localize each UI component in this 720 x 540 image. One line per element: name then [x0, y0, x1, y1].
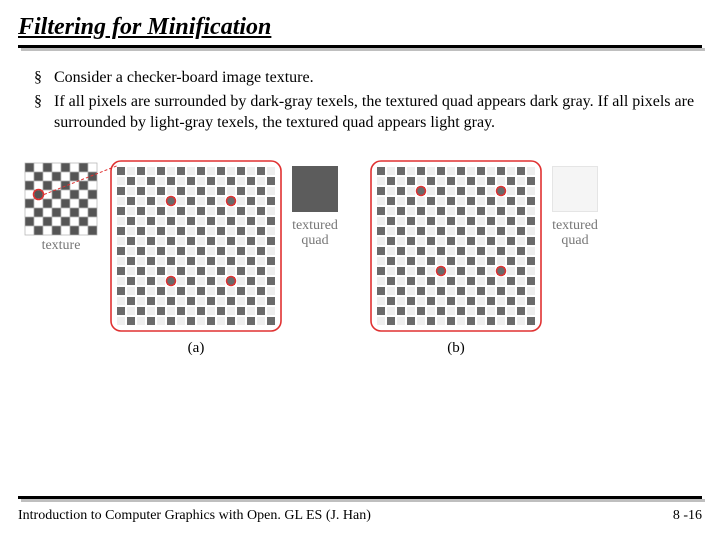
- footer-left: Introduction to Computer Graphics with O…: [18, 508, 371, 524]
- slide-title: Filtering for Minification: [18, 14, 702, 43]
- panel-a-grid: [110, 160, 282, 332]
- quad-label-b: textured quad: [552, 218, 598, 249]
- texture-panel: texture: [22, 160, 100, 253]
- caption-a: (a): [188, 340, 205, 357]
- quad-swatch-light: [552, 166, 598, 212]
- caption-b: (b): [447, 340, 465, 357]
- texture-label: texture: [42, 238, 81, 253]
- quad-label-a: textured quad: [292, 218, 338, 249]
- footer-divider: [18, 496, 702, 502]
- quad-swatch-dark: [292, 166, 338, 212]
- list-item: If all pixels are surrounded by dark-gra…: [28, 91, 702, 134]
- bullet-list: Consider a checker-board image texture. …: [28, 67, 702, 134]
- footer: Introduction to Computer Graphics with O…: [18, 496, 702, 524]
- list-item: Consider a checker-board image texture.: [28, 67, 702, 89]
- figure-row: texture (a) textured quad (b) textured q…: [18, 160, 702, 357]
- panel-b-grid: [370, 160, 542, 332]
- title-divider: [18, 45, 702, 51]
- texture-grid: [22, 160, 100, 238]
- footer-right: 8 -16: [673, 508, 702, 524]
